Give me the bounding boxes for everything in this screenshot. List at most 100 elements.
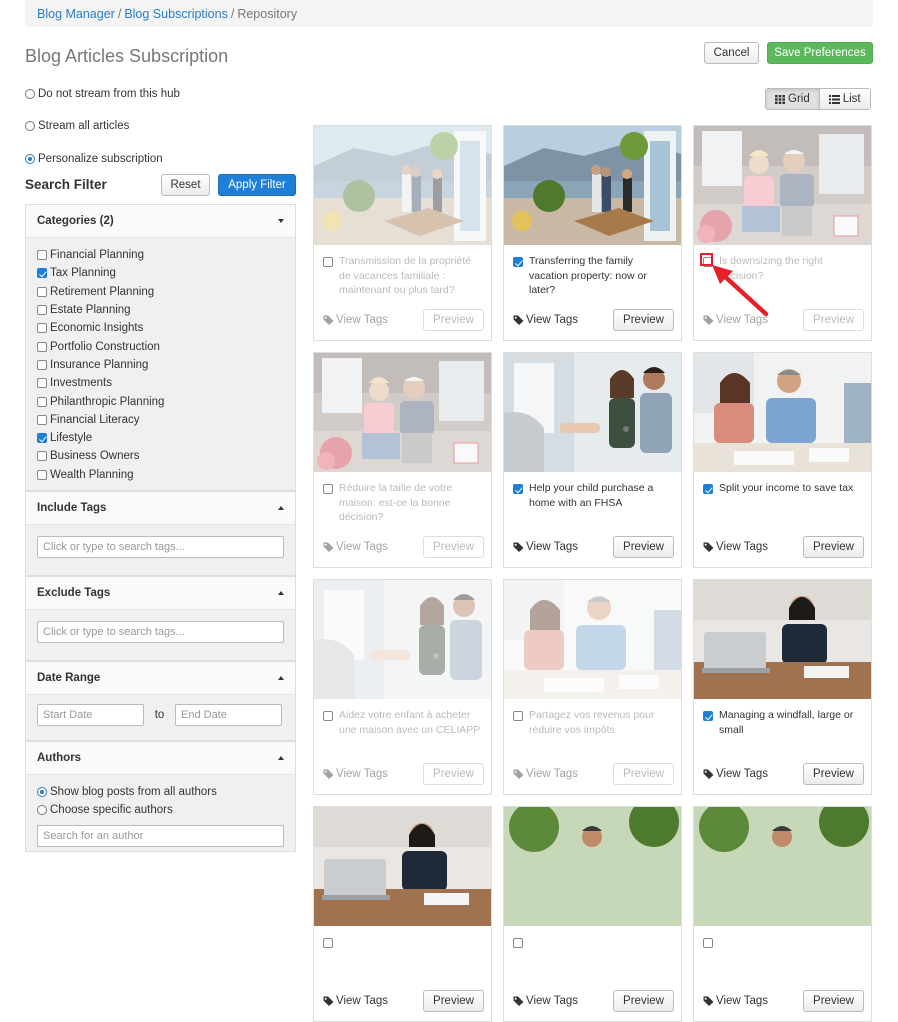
radio-do-not-stream[interactable]: Do not stream from this hub — [25, 88, 180, 100]
preview-button[interactable]: Preview — [803, 763, 864, 785]
checkbox-checked-icon[interactable] — [513, 484, 523, 494]
checkbox-icon[interactable] — [37, 451, 47, 462]
view-tags-link[interactable]: View Tags — [323, 768, 388, 780]
save-preferences-button[interactable]: Save Preferences — [767, 42, 873, 64]
radio-stream-all[interactable]: Stream all articles — [25, 120, 129, 132]
checkbox-icon[interactable] — [323, 257, 333, 267]
view-tags-link[interactable]: View Tags — [703, 541, 768, 553]
apply-filter-button[interactable]: Apply Filter — [218, 174, 296, 196]
article-thumbnail[interactable] — [314, 126, 491, 245]
preview-button[interactable]: Preview — [803, 990, 864, 1012]
breadcrumb-blog-subscriptions[interactable]: Blog Subscriptions — [124, 7, 228, 21]
category-item[interactable]: Retirement Planning — [37, 283, 284, 301]
preview-button[interactable]: Preview — [803, 309, 864, 331]
checkbox-icon[interactable] — [323, 938, 333, 948]
view-tags-link[interactable]: View Tags — [513, 314, 578, 326]
category-item[interactable]: Portfolio Construction — [37, 337, 284, 355]
checkbox-icon[interactable] — [37, 359, 47, 370]
view-tags-link[interactable]: View Tags — [513, 768, 578, 780]
category-item[interactable]: Financial Literacy — [37, 411, 284, 429]
checkbox-icon[interactable] — [323, 711, 333, 721]
preview-button[interactable]: Preview — [613, 990, 674, 1012]
category-item[interactable]: Lifestyle — [37, 429, 284, 447]
preview-button[interactable]: Preview — [613, 536, 674, 558]
exclude-tags-input[interactable]: Click or type to search tags... — [37, 620, 284, 643]
checkbox-icon[interactable] — [37, 396, 47, 407]
checkbox-icon[interactable] — [37, 469, 47, 480]
radio-label: Stream all articles — [38, 120, 130, 132]
checkbox-checked-icon[interactable] — [703, 484, 713, 494]
category-item[interactable]: Tax Planning — [37, 264, 284, 282]
grid-view-button[interactable]: Grid — [766, 89, 819, 109]
authors-panel-header[interactable]: Authors — [25, 740, 296, 774]
include-tags-panel-header[interactable]: Include Tags — [25, 490, 296, 524]
article-thumbnail[interactable] — [314, 807, 491, 926]
radio-all-authors[interactable]: Show blog posts from all authors — [37, 783, 284, 801]
start-date-input[interactable]: Start Date — [37, 703, 144, 726]
checkbox-icon[interactable] — [323, 484, 333, 494]
view-tags-link[interactable]: View Tags — [703, 314, 768, 326]
view-tags-link[interactable]: View Tags — [703, 995, 768, 1007]
checkbox-icon[interactable] — [37, 323, 47, 334]
article-thumbnail[interactable] — [694, 353, 871, 472]
checkbox-icon[interactable] — [37, 414, 47, 425]
checkbox-icon[interactable] — [37, 341, 47, 352]
include-tags-input[interactable]: Click or type to search tags... — [37, 535, 284, 558]
date-range-panel-header[interactable]: Date Range — [25, 660, 296, 694]
breadcrumb-blog-manager[interactable]: Blog Manager — [37, 7, 115, 21]
article-thumbnail[interactable] — [504, 580, 681, 699]
checkbox-icon[interactable] — [703, 257, 713, 267]
view-tags-link[interactable]: View Tags — [323, 314, 388, 326]
checkbox-icon[interactable] — [513, 711, 523, 721]
category-item[interactable]: Financial Planning — [37, 246, 284, 264]
view-tags-link[interactable]: View Tags — [703, 768, 768, 780]
category-item[interactable]: Economic Insights — [37, 319, 284, 337]
radio-specific-authors[interactable]: Choose specific authors — [37, 801, 284, 819]
preview-button[interactable]: Preview — [423, 309, 484, 331]
category-item[interactable]: Estate Planning — [37, 301, 284, 319]
preview-button[interactable]: Preview — [423, 763, 484, 785]
article-thumbnail[interactable] — [314, 353, 491, 472]
article-thumbnail[interactable] — [694, 807, 871, 926]
author-search-input[interactable]: Search for an author — [37, 824, 284, 847]
preview-button[interactable]: Preview — [423, 990, 484, 1012]
category-item[interactable]: Business Owners — [37, 447, 284, 465]
list-view-button[interactable]: List — [818, 89, 870, 109]
end-date-input[interactable]: End Date — [175, 703, 282, 726]
tag-icon — [703, 769, 714, 779]
checkbox-checked-icon[interactable] — [37, 433, 47, 444]
checkbox-icon[interactable] — [37, 378, 47, 389]
preview-button[interactable]: Preview — [423, 536, 484, 558]
preview-button[interactable]: Preview — [613, 309, 674, 331]
view-tags-link[interactable]: View Tags — [323, 541, 388, 553]
checkbox-checked-icon[interactable] — [513, 257, 523, 267]
checkbox-icon[interactable] — [37, 250, 47, 261]
article-thumbnail[interactable] — [694, 580, 871, 699]
article-thumbnail[interactable] — [504, 353, 681, 472]
checkbox-icon[interactable] — [37, 305, 47, 316]
view-tags-link[interactable]: View Tags — [513, 995, 578, 1007]
category-item[interactable]: Philanthropic Planning — [37, 392, 284, 410]
view-tags-link[interactable]: View Tags — [323, 995, 388, 1007]
category-item[interactable]: Wealth Planning — [37, 466, 284, 484]
article-thumbnail[interactable] — [504, 126, 681, 245]
checkbox-checked-icon[interactable] — [37, 268, 47, 279]
reset-button[interactable]: Reset — [161, 174, 210, 196]
article-thumbnail[interactable] — [314, 580, 491, 699]
radio-personalize[interactable]: Personalize subscription — [25, 153, 163, 165]
preview-button[interactable]: Preview — [613, 763, 674, 785]
checkbox-icon[interactable] — [703, 938, 713, 948]
view-tags-link[interactable]: View Tags — [513, 541, 578, 553]
radio-icon — [25, 89, 35, 99]
checkbox-icon[interactable] — [37, 286, 47, 297]
category-item[interactable]: Insurance Planning — [37, 356, 284, 374]
category-item[interactable]: Investments — [37, 374, 284, 392]
exclude-tags-panel-header[interactable]: Exclude Tags — [25, 575, 296, 609]
checkbox-icon[interactable] — [513, 938, 523, 948]
preview-button[interactable]: Preview — [803, 536, 864, 558]
categories-panel-header[interactable]: Categories (2) — [25, 204, 296, 237]
cancel-button[interactable]: Cancel — [704, 42, 759, 64]
article-thumbnail[interactable] — [504, 807, 681, 926]
checkbox-checked-icon[interactable] — [703, 711, 713, 721]
article-thumbnail[interactable] — [694, 126, 871, 245]
